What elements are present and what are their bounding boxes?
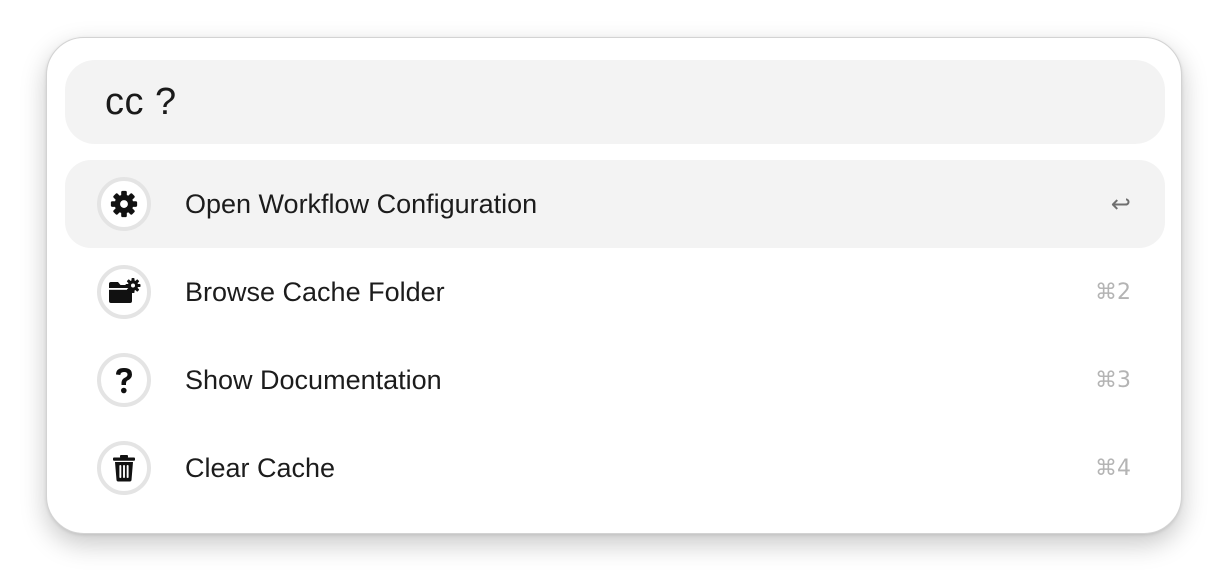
- search-input[interactable]: cc ?: [105, 83, 177, 121]
- result-label: Browse Cache Folder: [185, 276, 445, 307]
- results-list: Open Workflow Configuration ↩ Browse Cac…: [65, 160, 1165, 512]
- result-browse-cache-folder[interactable]: Browse Cache Folder ⌘2: [65, 248, 1165, 336]
- result-clear-cache[interactable]: Clear Cache ⌘4: [65, 424, 1165, 512]
- result-label: Open Workflow Configuration: [185, 188, 538, 219]
- search-field[interactable]: cc ?: [65, 60, 1165, 144]
- result-label: Clear Cache: [185, 452, 336, 483]
- result-show-documentation[interactable]: Show Documentation ⌘3: [65, 336, 1165, 424]
- folder-gear-icon: [97, 265, 151, 319]
- shortcut-hint: ⌘4: [1095, 455, 1131, 481]
- gear-icon: [97, 177, 151, 231]
- shortcut-hint: ⌘2: [1095, 279, 1131, 305]
- question-mark-icon: [97, 353, 151, 407]
- trash-icon: [97, 441, 151, 495]
- launcher-window: cc ? Open Workflow Configuration ↩ Brows…: [46, 37, 1182, 534]
- return-key-hint: ↩: [1110, 190, 1131, 218]
- shortcut-hint: ⌘3: [1095, 367, 1131, 393]
- result-open-workflow-configuration[interactable]: Open Workflow Configuration ↩: [65, 160, 1165, 248]
- result-label: Show Documentation: [185, 364, 442, 395]
